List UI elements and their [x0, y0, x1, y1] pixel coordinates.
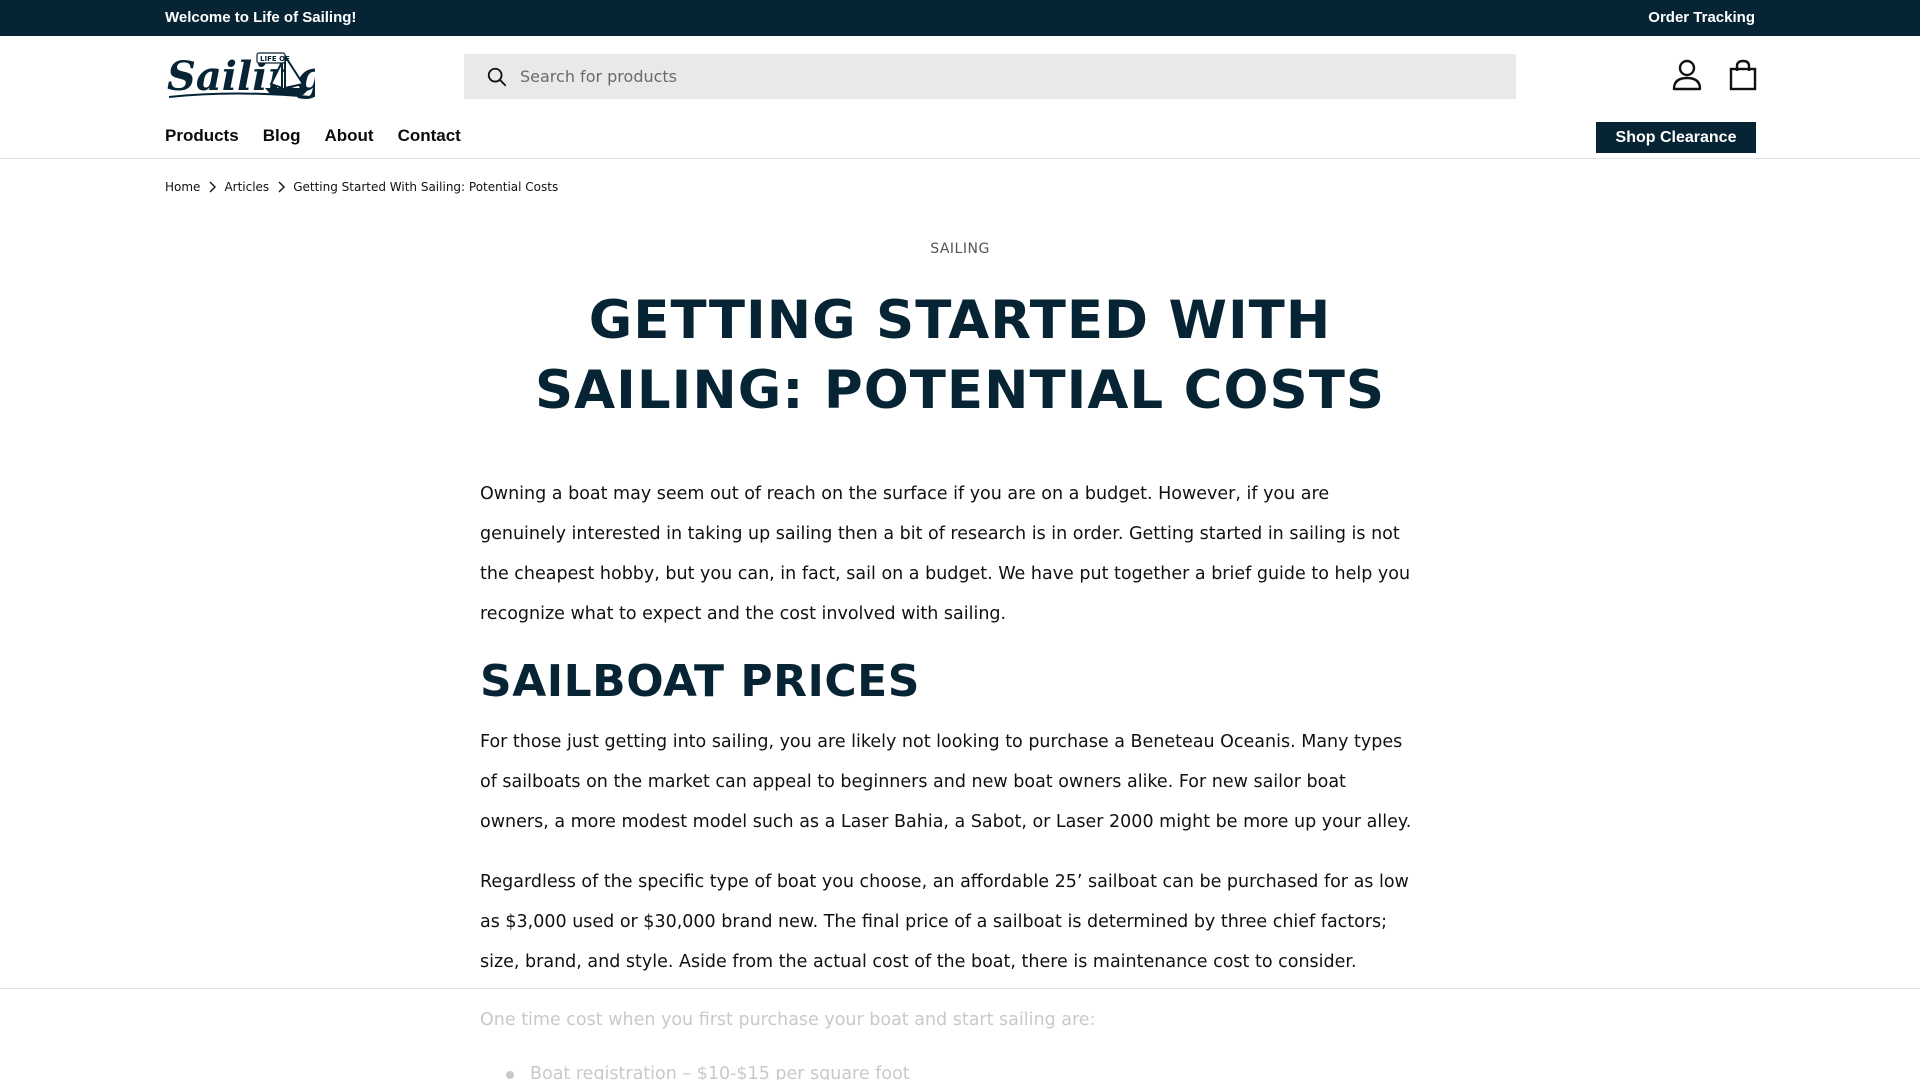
cart-icon [1729, 59, 1757, 91]
order-tracking-link[interactable]: Order Tracking [1648, 9, 1755, 26]
welcome-message: Welcome to Life of Sailing! [165, 9, 357, 26]
divider [0, 988, 1920, 989]
search-icon[interactable] [486, 66, 508, 88]
article-paragraph: For those just getting into sailing, you… [480, 732, 1412, 832]
site-logo[interactable]: Sailing LIFE OF [165, 50, 324, 100]
article-paragraph: Regardless of the specific type of boat … [480, 872, 1409, 972]
breadcrumb: Home Articles Getting Started With Saili… [165, 180, 558, 194]
list-item: Boat registration – $10-$15 per square f… [480, 1054, 1420, 1080]
article-intro: Owning a boat may seem out of reach on t… [480, 484, 1411, 624]
article-category: SAILING [930, 241, 990, 257]
cost-list: Boat registration – $10-$15 per square f… [480, 1054, 1420, 1080]
announcement-bar: Welcome to Life of Sailing! Order Tracki… [0, 0, 1920, 36]
account-button[interactable] [1672, 59, 1702, 91]
nav-item-contact[interactable]: Contact [398, 126, 461, 146]
search-input[interactable] [520, 67, 1420, 86]
account-icon [1672, 59, 1702, 91]
faded-paragraph: One time cost when you first purchase yo… [480, 1010, 1096, 1030]
faded-continuation: One time cost when you first purchase yo… [480, 1000, 1420, 1080]
breadcrumb-home[interactable]: Home [165, 180, 200, 194]
section-heading: SAILBOAT PRICES [480, 656, 920, 707]
search-bar[interactable] [464, 54, 1516, 99]
article-body: Owning a boat may seem out of reach on t… [480, 474, 1420, 1002]
chevron-right-icon [278, 181, 286, 193]
breadcrumb-articles[interactable]: Articles [224, 180, 269, 194]
svg-text:LIFE OF: LIFE OF [260, 55, 290, 63]
nav-item-products[interactable]: Products [165, 126, 239, 146]
nav-item-about[interactable]: About [324, 126, 373, 146]
main-nav: Products Blog About Contact [165, 126, 461, 146]
cart-button[interactable] [1729, 59, 1757, 91]
nav-item-blog[interactable]: Blog [263, 126, 301, 146]
breadcrumb-current: Getting Started With Sailing: Potential … [293, 180, 559, 194]
sailing-logo-icon: Sailing LIFE OF [167, 52, 324, 100]
chevron-right-icon [209, 181, 217, 193]
site-header: Sailing LIFE OF Products Blog About [0, 36, 1920, 159]
shop-clearance-button[interactable]: Shop Clearance [1596, 122, 1756, 153]
article-title: GETTING STARTED WITH SAILING: POTENTIAL … [534, 290, 1386, 421]
